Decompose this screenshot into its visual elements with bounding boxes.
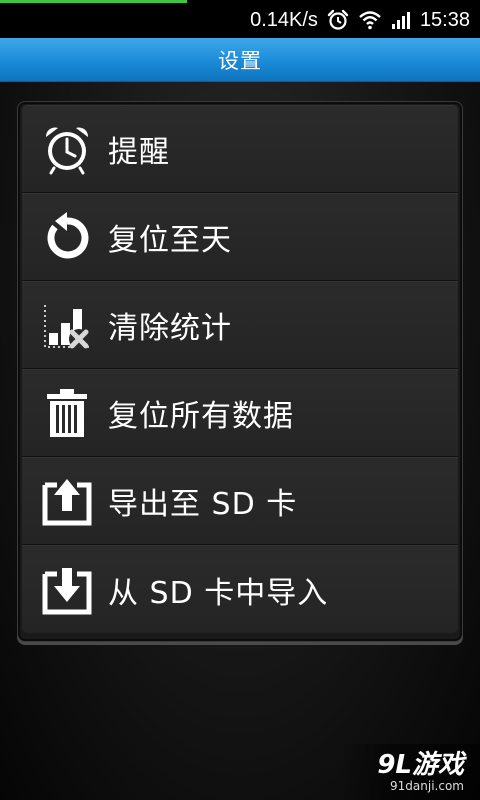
alarm-icon	[327, 9, 349, 31]
menu-item-label: 提醒	[108, 135, 170, 170]
trash-icon	[38, 384, 96, 442]
menu-item-reminder[interactable]: 提醒	[22, 105, 458, 193]
title-bar: 设置	[0, 38, 480, 82]
watermark-logo: 9L游戏	[377, 750, 464, 780]
menu-item-export-sd[interactable]: 导出至 SD 卡	[22, 457, 458, 545]
wifi-icon	[358, 10, 382, 30]
export-icon	[38, 472, 96, 530]
network-speed: 0.14K/s	[250, 8, 318, 31]
status-bar: 0.14K/s 15:38	[0, 0, 480, 38]
alarm-clock-icon	[38, 120, 96, 178]
import-icon	[38, 561, 96, 619]
watermark-url: 91danji.com	[390, 779, 464, 793]
menu-item-label: 从 SD 卡中导入	[108, 575, 329, 611]
menu-item-label: 导出至 SD 卡	[108, 487, 298, 522]
menu-item-label: 复位所有数据	[108, 399, 294, 434]
reset-icon	[38, 208, 96, 266]
menu-item-clear-stats[interactable]: 清除统计	[22, 281, 458, 369]
status-time: 15:38	[419, 8, 470, 31]
menu-item-label: 复位至天	[108, 223, 232, 258]
settings-menu: 提醒 复位至天 清除统计 复位所有数据 导出至 SD 卡 从 SD 卡中导入	[17, 101, 463, 642]
signal-icon	[391, 11, 411, 29]
download-progress-bar	[0, 0, 188, 3]
menu-item-label: 清除统计	[108, 311, 232, 346]
menu-item-reset-day[interactable]: 复位至天	[22, 193, 458, 281]
status-icons: 0.14K/s 15:38	[250, 7, 470, 33]
page-title: 设置	[218, 48, 262, 73]
clear-stats-icon	[38, 296, 96, 354]
menu-item-reset-all-data[interactable]: 复位所有数据	[22, 369, 458, 457]
menu-item-import-sd[interactable]: 从 SD 卡中导入	[22, 545, 458, 633]
watermark: 9L游戏 91danji.com	[340, 744, 480, 800]
